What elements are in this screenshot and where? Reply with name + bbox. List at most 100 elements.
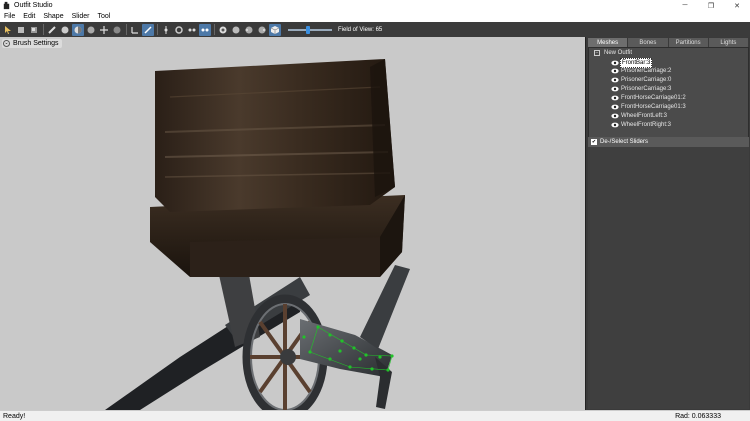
- menu-shape[interactable]: Shape: [43, 13, 63, 20]
- fov-slider[interactable]: [288, 24, 332, 36]
- tab-partitions[interactable]: Partitions: [668, 38, 709, 47]
- deflate-tool-button[interactable]: [59, 24, 71, 36]
- vertex-select-button[interactable]: [160, 24, 172, 36]
- view-left-icon: [245, 26, 253, 33]
- list-item[interactable]: FrontBar:3: [611, 58, 653, 68]
- eye-icon[interactable]: [611, 95, 619, 101]
- eye-icon[interactable]: [611, 122, 619, 128]
- perspective-toggle-button[interactable]: [269, 23, 281, 36]
- eye-icon[interactable]: [611, 77, 619, 83]
- eye-icon[interactable]: [611, 113, 619, 119]
- vertex-icon: [164, 25, 168, 34]
- view-back-icon: [232, 26, 240, 33]
- root-label: New Outfit: [604, 50, 633, 56]
- sphere-half-icon: [74, 26, 82, 33]
- carriage-model: [105, 59, 410, 410]
- brush-icon: [18, 26, 24, 33]
- toolbar-separator: [43, 24, 44, 35]
- shape-icon: [31, 26, 37, 33]
- toolbar: Field of View: 65: [0, 22, 750, 37]
- deselect-sliders-label: De-/Select Sliders: [600, 139, 649, 145]
- 3d-viewport[interactable]: ⌄ Brush Settings: [0, 37, 585, 410]
- window-title: Outfit Studio: [14, 2, 53, 9]
- menu-slider[interactable]: Slider: [72, 13, 90, 20]
- menu-edit[interactable]: Edit: [23, 13, 35, 20]
- cursor-icon: [5, 25, 11, 34]
- brush-radius-readout: Rad: 0.063333: [675, 412, 721, 420]
- move-icon: [100, 25, 108, 34]
- view-right-button[interactable]: [256, 24, 268, 36]
- dots-icon: [188, 28, 196, 31]
- menu-tool[interactable]: Tool: [98, 13, 111, 20]
- fov-slider-track: [288, 28, 332, 31]
- cog-icon: [175, 25, 183, 34]
- pivot-tool-button[interactable]: [142, 23, 154, 36]
- sliders-panel[interactable]: [588, 147, 749, 409]
- tab-bones[interactable]: Bones: [628, 38, 669, 47]
- weight-tool-button[interactable]: [173, 24, 185, 36]
- eye-icon[interactable]: [611, 104, 619, 110]
- smooth-tool-button[interactable]: [85, 24, 97, 36]
- status-bar: Ready! Rad: 0.063333: [0, 410, 750, 421]
- panel-tabs: Meshes Bones Partitions Lights: [588, 38, 749, 47]
- minimize-button[interactable]: ─: [672, 0, 698, 11]
- transform-tool-button[interactable]: [129, 24, 141, 36]
- blob-icon: [113, 26, 121, 33]
- eye-icon[interactable]: [611, 86, 619, 92]
- close-button[interactable]: ✕: [724, 0, 750, 11]
- fov-label: Field of View: 65: [338, 26, 383, 33]
- window-controls: ─ ❐ ✕: [672, 0, 750, 11]
- menu-file[interactable]: File: [4, 13, 15, 20]
- status-text: Ready!: [3, 412, 26, 420]
- brush-settings-label: Brush Settings: [13, 40, 59, 47]
- mesh-label: WheelFrontLeft:3: [621, 113, 668, 119]
- mask-tool-button[interactable]: [46, 24, 58, 36]
- brush-settings-toggle[interactable]: ⌄ Brush Settings: [2, 39, 62, 48]
- eye-icon[interactable]: [611, 68, 619, 74]
- alpha-tool-button[interactable]: [199, 23, 211, 36]
- mesh-label: PrisonerCarriage:0: [621, 77, 672, 83]
- view-back-button[interactable]: [230, 24, 242, 36]
- pen-icon: [144, 25, 152, 34]
- collapse-icon[interactable]: −: [594, 50, 600, 56]
- tab-lights[interactable]: Lights: [708, 38, 749, 47]
- tab-meshes[interactable]: Meshes: [588, 38, 629, 47]
- select-tool-button[interactable]: [2, 24, 14, 36]
- move-tool-button[interactable]: [98, 24, 110, 36]
- deselect-sliders-bar[interactable]: ✔ De-/Select Sliders: [588, 137, 749, 147]
- undiff-tool-button[interactable]: [111, 24, 123, 36]
- toolbar-separator: [126, 24, 127, 35]
- eye-icon[interactable]: [611, 60, 619, 66]
- list-item[interactable]: PrisonerCarriage:0: [611, 76, 672, 84]
- chevron-down-icon: ⌄: [3, 40, 10, 47]
- mesh-label: WheelFrontRight:3: [621, 122, 672, 128]
- view-front-icon: [219, 26, 227, 33]
- shape-tool-button[interactable]: [28, 24, 40, 36]
- color-tool-button[interactable]: [186, 24, 198, 36]
- checkbox-icon[interactable]: ✔: [591, 139, 597, 145]
- list-item[interactable]: FrontHorseCarriage01:3: [611, 103, 687, 111]
- menu-bar: File Edit Shape Slider Tool: [0, 11, 750, 22]
- maximize-button[interactable]: ❐: [698, 0, 724, 11]
- sphere-icon: [61, 26, 69, 33]
- list-item[interactable]: PrisonerCarriage:3: [611, 85, 672, 93]
- eyes-icon: [201, 28, 209, 31]
- view-left-button[interactable]: [243, 24, 255, 36]
- mask-icon: [48, 25, 56, 34]
- fov-slider-thumb[interactable]: [306, 25, 310, 34]
- view-right-icon: [258, 26, 266, 33]
- list-item[interactable]: FrontHorseCarriage01:2: [611, 94, 687, 102]
- list-item[interactable]: WheelFrontLeft:3: [611, 112, 668, 120]
- mesh-label: FrontHorseCarriage01:2: [621, 95, 686, 101]
- list-item[interactable]: WheelFrontRight:3: [611, 121, 672, 129]
- title-bar: Outfit Studio ─ ❐ ✕: [0, 0, 750, 11]
- list-item[interactable]: PrisonerCarriage:2: [611, 67, 672, 75]
- inflate-tool-button[interactable]: [72, 23, 84, 36]
- mesh-label: FrontHorseCarriage01:3: [621, 104, 686, 110]
- cube-icon: [270, 25, 280, 34]
- tree-root[interactable]: − New Outfit: [594, 50, 632, 56]
- right-panel: Meshes Bones Partitions Lights − New Out…: [585, 37, 750, 410]
- brush-tool-button[interactable]: [15, 24, 27, 36]
- mesh-label: PrisonerCarriage:3: [621, 86, 672, 92]
- view-front-button[interactable]: [217, 24, 229, 36]
